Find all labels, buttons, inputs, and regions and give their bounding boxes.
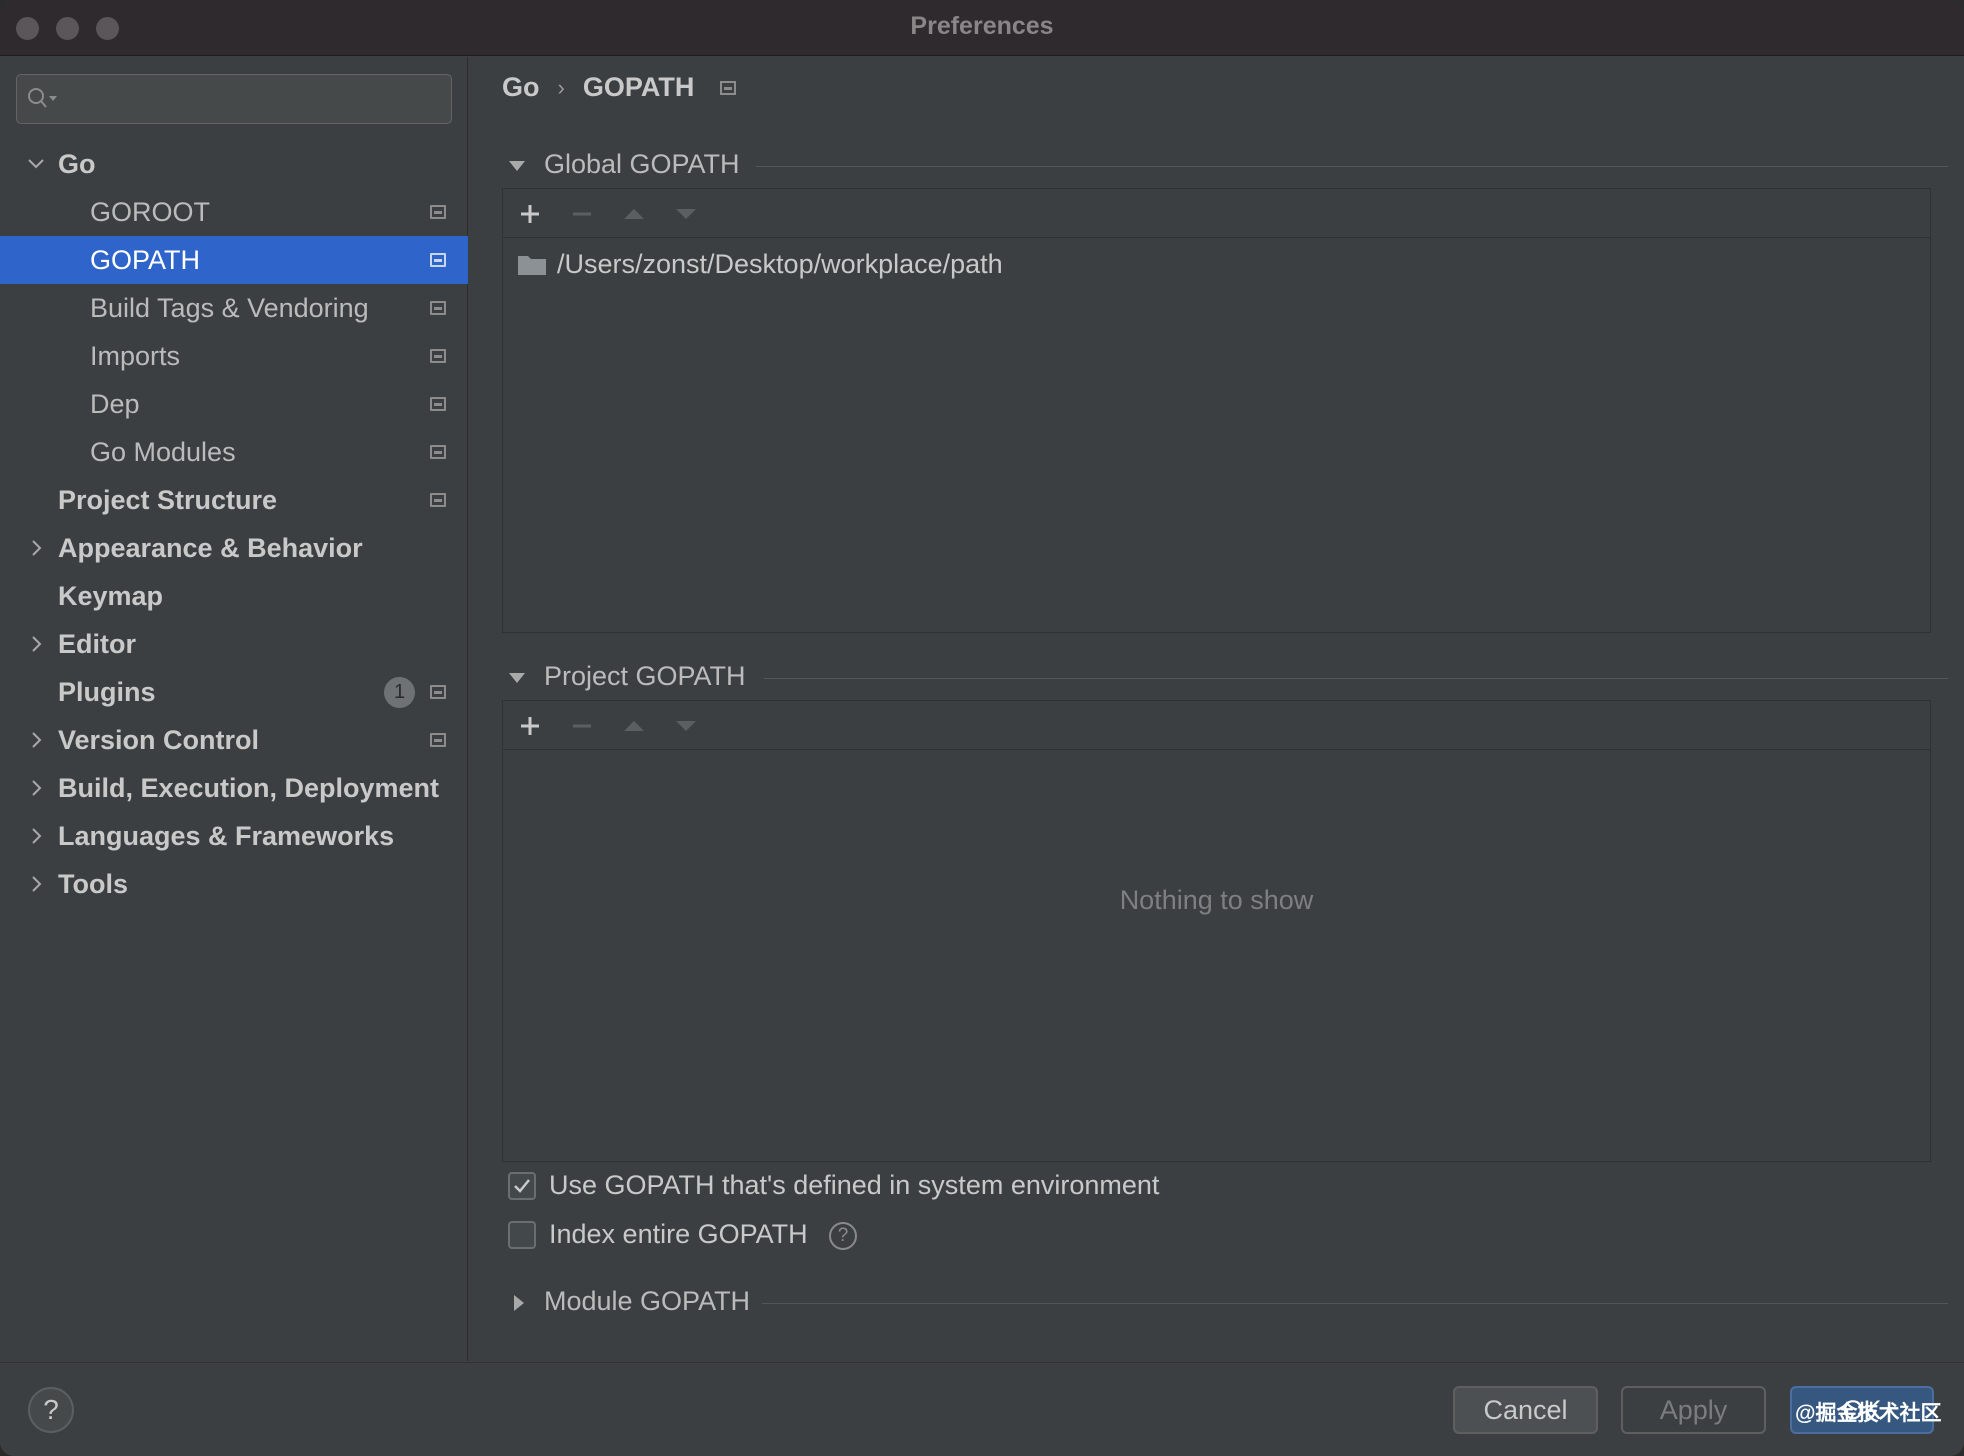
- sidebar-item-label: GOROOT: [90, 197, 210, 227]
- plugins-update-badge: 1: [384, 677, 415, 708]
- sidebar-item-label: Build Tags & Vendoring: [90, 293, 369, 323]
- window-title: Preferences: [910, 12, 1054, 40]
- gopath-entry: /Users/zonst/Desktop/workplace/path: [557, 249, 1003, 279]
- checkmark-icon: [514, 1179, 530, 1193]
- project-gopath-toolbar: [503, 701, 1930, 750]
- project-settings-icon: [430, 397, 446, 411]
- preferences-window: Preferences Go GOROOT GOPATH Build Tags …: [0, 0, 1964, 1456]
- sidebar-item-label: Keymap: [58, 581, 164, 611]
- sidebar-item-label: Build, Execution, Deployment: [58, 773, 440, 803]
- sidebar-item-gopath[interactable]: GOPATH: [0, 236, 468, 284]
- settings-content: Go › GOPATH Global GOPATH /Users/zonst/Des…: [469, 57, 1964, 1361]
- move-down-icon[interactable]: [673, 201, 699, 227]
- project-settings-icon: [430, 685, 446, 699]
- sidebar-item-build-tags[interactable]: Build Tags & Vendoring: [0, 284, 468, 332]
- breadcrumb: Go › GOPATH: [502, 71, 737, 103]
- sidebar-item-label: Imports: [90, 341, 181, 371]
- triangle-down-icon: [509, 161, 525, 171]
- sidebar-item-label: Tools: [58, 869, 128, 899]
- chevron-right-icon: [32, 540, 42, 556]
- settings-sidebar: Go GOROOT GOPATH Build Tags & Vendoring …: [0, 57, 468, 1361]
- add-icon[interactable]: [517, 713, 543, 739]
- section-divider: [764, 678, 1948, 679]
- chevron-right-icon: [32, 780, 42, 796]
- project-settings-icon: [430, 301, 446, 315]
- breadcrumb-parent[interactable]: Go: [502, 72, 540, 103]
- section-title: Module GOPATH: [544, 1286, 751, 1316]
- chevron-down-icon: [28, 159, 44, 169]
- triangle-down-icon: [509, 673, 525, 683]
- cancel-button[interactable]: Cancel: [1453, 1386, 1598, 1434]
- sidebar-item-label: Go: [58, 149, 96, 179]
- sidebar-item-appearance[interactable]: Appearance & Behavior: [0, 524, 468, 572]
- remove-icon[interactable]: [569, 201, 595, 227]
- move-down-icon[interactable]: [673, 713, 699, 739]
- sidebar-item-label: Go Modules: [90, 437, 236, 467]
- index-entire-gopath-checkbox[interactable]: [508, 1221, 536, 1249]
- chevron-right-icon: [32, 636, 42, 652]
- chevron-right-icon: [32, 828, 42, 844]
- sidebar-item-tools[interactable]: Tools: [0, 860, 468, 908]
- project-gopath-list[interactable]: Nothing to show: [502, 700, 1931, 1162]
- sidebar-item-label: Appearance & Behavior: [58, 533, 363, 563]
- sidebar-item-label: Plugins: [58, 677, 156, 707]
- project-settings-icon: [430, 349, 446, 363]
- help-button[interactable]: ?: [28, 1387, 74, 1433]
- section-title: Global GOPATH: [544, 149, 740, 179]
- sidebar-item-project-structure[interactable]: Project Structure: [0, 476, 468, 524]
- checkbox-label: Use GOPATH that's defined in system envi…: [549, 1170, 1160, 1200]
- use-system-gopath-checkbox[interactable]: [508, 1172, 536, 1200]
- section-divider: [756, 166, 1948, 167]
- sidebar-item-label: Languages & Frameworks: [58, 821, 395, 851]
- project-settings-icon: [430, 253, 446, 267]
- triangle-right-icon: [514, 1295, 524, 1311]
- sidebar-item-build-execution[interactable]: Build, Execution, Deployment: [0, 764, 468, 812]
- global-gopath-list[interactable]: /Users/zonst/Desktop/workplace/path: [502, 188, 1931, 633]
- move-up-icon[interactable]: [621, 201, 647, 227]
- chevron-right-icon: [32, 876, 42, 892]
- sidebar-item-label: Project Structure: [58, 485, 278, 515]
- remove-icon[interactable]: [569, 713, 595, 739]
- module-gopath-header[interactable]: Module GOPATH: [508, 1286, 1948, 1320]
- help-icon[interactable]: ?: [829, 1222, 857, 1250]
- project-settings-icon: [430, 445, 446, 459]
- section-title: Project GOPATH: [544, 661, 746, 691]
- sidebar-item-languages[interactable]: Languages & Frameworks: [0, 812, 468, 860]
- sidebar-item-editor[interactable]: Editor: [0, 620, 468, 668]
- breadcrumb-current: GOPATH: [582, 72, 695, 103]
- sidebar-item-go-modules[interactable]: Go Modules: [0, 428, 468, 476]
- sidebar-item-plugins[interactable]: Plugins 1: [0, 668, 468, 716]
- sidebar-item-label: Dep: [90, 389, 140, 419]
- sidebar-item-label: Version Control: [58, 725, 260, 755]
- search-input[interactable]: [16, 74, 452, 124]
- project-settings-icon: [430, 493, 446, 507]
- title-bar: Preferences: [0, 0, 1964, 56]
- move-up-icon[interactable]: [621, 713, 647, 739]
- search-icon: [28, 88, 57, 108]
- sidebar-item-dep[interactable]: Dep: [0, 380, 468, 428]
- sidebar-item-label: Editor: [58, 629, 136, 659]
- watermark: @掘金技术社区: [1795, 1402, 1942, 1425]
- folder-icon: [518, 256, 546, 275]
- project-gopath-header[interactable]: Project GOPATH: [508, 661, 1948, 695]
- chevron-right-icon: [32, 732, 42, 748]
- breadcrumb-separator: ›: [557, 74, 565, 100]
- section-divider: [762, 1303, 1948, 1304]
- checkbox-label: Index entire GOPATH: [549, 1219, 808, 1249]
- global-gopath-header[interactable]: Global GOPATH: [508, 149, 1948, 183]
- global-gopath-toolbar: [503, 189, 1930, 238]
- project-settings-icon: [430, 733, 446, 747]
- sidebar-item-version-control[interactable]: Version Control: [0, 716, 468, 764]
- sidebar-item-go[interactable]: Go: [0, 140, 468, 188]
- empty-list-message: Nothing to show: [1119, 885, 1314, 915]
- sidebar-item-imports[interactable]: Imports: [0, 332, 468, 380]
- add-icon[interactable]: [517, 201, 543, 227]
- apply-button[interactable]: Apply: [1621, 1386, 1766, 1434]
- sidebar-item-keymap[interactable]: Keymap: [0, 572, 468, 620]
- project-settings-icon: [430, 205, 446, 219]
- project-settings-icon: [720, 80, 737, 95]
- sidebar-item-label: GOPATH: [90, 245, 201, 275]
- sidebar-item-goroot[interactable]: GOROOT: [0, 188, 468, 236]
- dialog-footer: ? Cancel Apply OK @掘金技术社区: [0, 1362, 1964, 1456]
